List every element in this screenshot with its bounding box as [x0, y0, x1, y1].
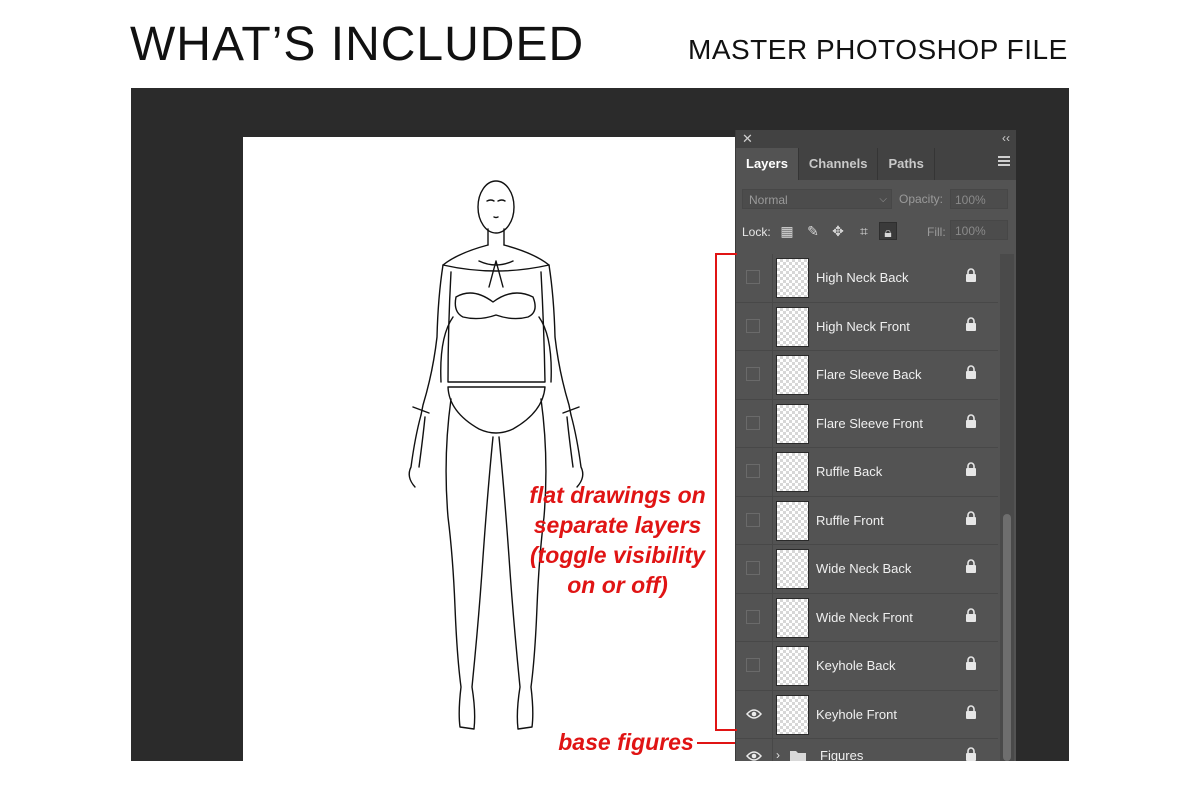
lock-move-icon[interactable]: ✥ — [829, 222, 847, 240]
canvas-artboard — [243, 137, 735, 761]
lock-label: Lock: — [742, 225, 771, 239]
lock-icon — [966, 316, 976, 331]
layers-panel: ✕ ‹‹ Layers Channels Paths Normal ⌵ Opac… — [735, 130, 1016, 761]
annotation-line: separate layers — [533, 512, 702, 538]
layer-thumbnail — [776, 646, 809, 686]
layer-row[interactable]: Wide Neck Front — [736, 593, 998, 642]
layer-name: Wide Neck Back — [816, 561, 912, 576]
visibility-toggle[interactable] — [746, 609, 760, 624]
lock-all-icon[interactable]: 🔒︎ — [879, 222, 897, 240]
layer-group-figures[interactable]: › Figures — [736, 739, 998, 761]
visibility-toggle[interactable] — [746, 415, 760, 430]
lock-icon — [966, 413, 976, 428]
blend-mode-select[interactable]: Normal ⌵ — [742, 189, 892, 209]
figures-annotation: base figures — [558, 729, 694, 755]
tab-paths[interactable]: Paths — [878, 148, 935, 180]
panel-tabs: Layers Channels Paths — [736, 148, 1016, 180]
lock-icon — [966, 510, 976, 525]
layer-name: Flare Sleeve Back — [816, 367, 922, 382]
layer-row[interactable]: High Neck Front — [736, 302, 998, 351]
lock-icon — [966, 704, 976, 719]
fashion-figure-drawing — [408, 180, 584, 730]
visibility-toggle[interactable] — [746, 658, 760, 672]
blend-options-row: Normal ⌵ Opacity: 100% — [736, 180, 1016, 216]
lock-row: Lock: ▦ ✎ ✥ ⌗ 🔒︎ Fill: 100% — [736, 216, 1016, 246]
opacity-label: Opacity: — [899, 192, 944, 206]
close-icon[interactable]: ✕ — [742, 131, 753, 147]
headline: WHAT’S INCLUDED — [130, 18, 585, 71]
layer-name: Keyhole Front — [816, 706, 897, 722]
eye-icon[interactable] — [746, 708, 762, 720]
layer-thumbnail — [776, 403, 809, 444]
fill-label: Fill: — [927, 225, 946, 239]
layer-name: Flare Sleeve Front — [816, 415, 923, 431]
panel-menu-icon[interactable] — [998, 156, 1010, 170]
lock-artboard-icon[interactable]: ⌗ — [855, 222, 873, 240]
lock-icon — [966, 607, 976, 622]
layer-row[interactable]: High Neck Back — [736, 254, 998, 303]
visibility-toggle[interactable] — [746, 318, 760, 333]
layer-row[interactable]: Keyhole Back — [736, 642, 998, 691]
layer-thumbnail — [776, 452, 809, 492]
layer-thumbnail — [776, 258, 809, 298]
layer-name: Wide Neck Front — [816, 609, 913, 625]
layer-row[interactable]: Ruffle Back — [736, 448, 998, 497]
layer-name: High Neck Back — [816, 270, 909, 285]
layer-thumbnail — [776, 355, 809, 395]
layers-annotation: flat drawings on separate layers (toggle… — [520, 480, 715, 600]
layer-thumbnail — [776, 500, 809, 541]
lock-icon — [966, 656, 976, 670]
tab-channels[interactable]: Channels — [799, 148, 879, 180]
visibility-toggle[interactable] — [746, 512, 760, 527]
annotation-line: flat drawings on — [529, 482, 706, 508]
lock-icon — [966, 747, 976, 761]
layer-row[interactable]: Wide Neck Back — [736, 545, 998, 594]
layer-row[interactable]: Flare Sleeve Back — [736, 351, 998, 400]
layers-scrollbar[interactable] — [1000, 254, 1014, 761]
fill-field[interactable]: 100% — [950, 220, 1008, 240]
layers-bracket — [715, 253, 737, 731]
blend-mode-value: Normal — [749, 193, 788, 207]
visibility-toggle[interactable] — [746, 561, 760, 575]
subheadline: MASTER PHOTOSHOP FILE — [688, 34, 1068, 65]
layer-name: High Neck Front — [816, 318, 910, 334]
layer-row[interactable]: Flare Sleeve Front — [736, 399, 998, 448]
folder-icon — [790, 751, 806, 761]
annotation-line: on or off) — [567, 572, 668, 598]
chevron-down-icon: ⌵ — [879, 194, 887, 205]
layer-thumbnail — [776, 597, 809, 638]
opacity-field[interactable]: 100% — [950, 189, 1008, 209]
visibility-toggle[interactable] — [746, 464, 760, 478]
visibility-toggle[interactable] — [746, 367, 760, 381]
panel-titlebar: ✕ ‹‹ — [736, 130, 1016, 148]
lock-icon — [966, 365, 976, 379]
layer-thumbnail — [776, 549, 809, 589]
layers-list: High Neck Back High Neck Front Flare Sle… — [736, 254, 998, 761]
layer-row[interactable]: Ruffle Front — [736, 496, 998, 545]
layer-name: Ruffle Front — [816, 512, 884, 528]
figures-pointer-line — [697, 742, 735, 744]
photoshop-window: ✕ ‹‹ Layers Channels Paths Normal ⌵ Opac… — [131, 88, 1069, 761]
lock-icon — [966, 559, 976, 573]
visibility-toggle[interactable] — [746, 270, 760, 284]
collapse-panel-icon[interactable]: ‹‹ — [1002, 130, 1010, 146]
group-name: Figures — [820, 748, 864, 761]
eye-icon[interactable] — [746, 750, 762, 761]
chevron-right-icon[interactable]: › — [776, 748, 780, 761]
annotation-line: (toggle visibility — [529, 542, 706, 568]
layer-name: Keyhole Back — [816, 658, 896, 673]
lock-icon — [966, 268, 976, 282]
lock-icon — [966, 462, 976, 476]
scroll-thumb[interactable] — [1003, 514, 1011, 761]
layer-name: Ruffle Back — [816, 464, 883, 479]
lock-transparency-icon[interactable]: ▦ — [778, 222, 796, 240]
layer-row[interactable]: Keyhole Front — [736, 690, 998, 739]
tab-layers[interactable]: Layers — [736, 148, 799, 180]
lock-brush-icon[interactable]: ✎ — [804, 222, 822, 240]
layer-thumbnail — [776, 306, 809, 347]
layer-thumbnail — [776, 694, 809, 735]
